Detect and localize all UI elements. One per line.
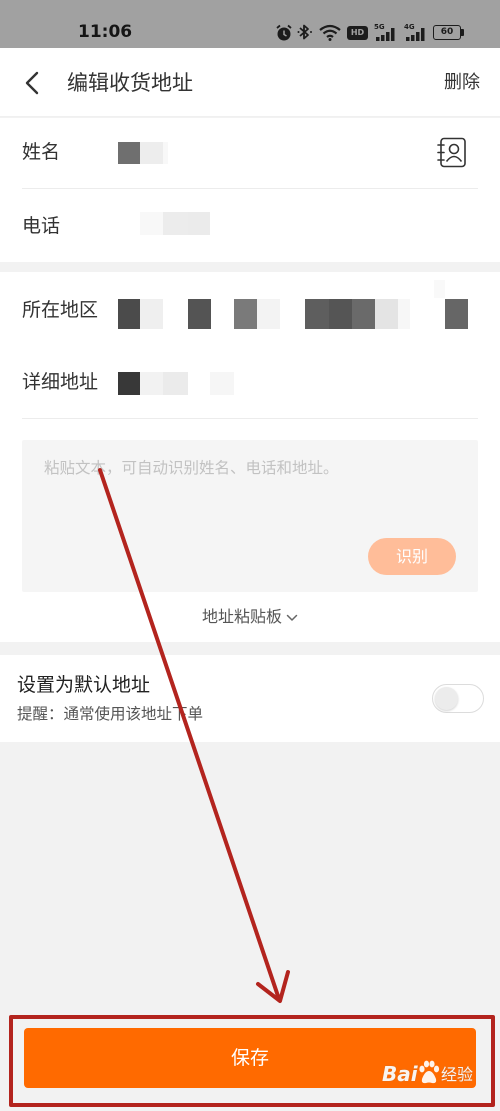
paste-text-input[interactable] xyxy=(44,457,464,517)
default-address-hint: 提醒：通常使用该地址下单 xyxy=(17,705,204,723)
status-time: 11:06 xyxy=(78,22,133,42)
watermark-text-jingyan: 经验 xyxy=(441,1065,474,1084)
hd-icon: HD xyxy=(347,26,368,40)
redacted-block xyxy=(140,142,163,164)
name-label: 姓名 xyxy=(22,141,61,163)
redacted-block xyxy=(118,372,140,395)
redacted-block xyxy=(188,299,211,329)
redacted-block xyxy=(163,142,168,164)
redacted-block xyxy=(398,299,410,329)
delete-button[interactable]: 删除 xyxy=(444,72,480,94)
detail-label: 详细地址 xyxy=(22,371,99,393)
chevron-left-icon[interactable] xyxy=(20,70,46,96)
toggle-knob xyxy=(435,686,458,710)
redacted-block xyxy=(188,212,210,235)
redacted-block xyxy=(257,299,280,329)
default-address-section xyxy=(0,655,500,742)
detail-address-field[interactable] xyxy=(110,360,478,406)
annotation-arrowhead xyxy=(256,970,290,1003)
row-divider xyxy=(22,418,478,419)
redacted-block xyxy=(210,372,234,395)
redacted-block xyxy=(445,299,468,329)
watermark-text-bai: Bai xyxy=(382,1062,418,1086)
redacted-block xyxy=(375,299,398,329)
redacted-block xyxy=(140,299,163,329)
contact-book-icon[interactable] xyxy=(436,137,468,169)
default-address-toggle[interactable] xyxy=(432,684,484,713)
alarm-icon xyxy=(276,24,292,41)
phone-field[interactable] xyxy=(110,202,450,246)
battery-nub xyxy=(461,29,464,36)
redacted-block xyxy=(329,299,352,329)
region-selector[interactable] xyxy=(110,278,480,334)
paw-icon xyxy=(419,1060,440,1084)
wifi-icon xyxy=(319,24,341,41)
name-field[interactable] xyxy=(110,130,410,174)
region-label: 所在地区 xyxy=(22,299,99,321)
address-clipboard-label: 地址粘贴板 xyxy=(201,607,282,626)
redacted-block xyxy=(118,142,140,164)
redacted-block xyxy=(140,212,163,235)
phone-label: 电话 xyxy=(22,215,61,237)
chevron-down-icon xyxy=(286,614,298,621)
bluetooth-icon xyxy=(297,24,312,40)
redacted-block xyxy=(163,372,188,395)
address-clipboard-toggle[interactable]: 地址粘贴板 xyxy=(150,606,350,628)
redacted-block xyxy=(305,299,329,329)
redacted-block xyxy=(118,299,140,329)
row-divider xyxy=(22,188,478,189)
recognize-button[interactable]: 识别 xyxy=(368,538,456,575)
signal-icon xyxy=(406,28,425,41)
default-address-title: 设置为默认地址 xyxy=(17,674,151,696)
redacted-block xyxy=(234,299,257,329)
redacted-block xyxy=(434,280,445,298)
signal-icon xyxy=(376,28,395,41)
redacted-block xyxy=(352,299,375,329)
redacted-block xyxy=(163,212,188,235)
page-title: 编辑收货地址 xyxy=(67,71,193,95)
redacted-block xyxy=(140,372,163,395)
battery-icon: 60 xyxy=(433,25,461,40)
